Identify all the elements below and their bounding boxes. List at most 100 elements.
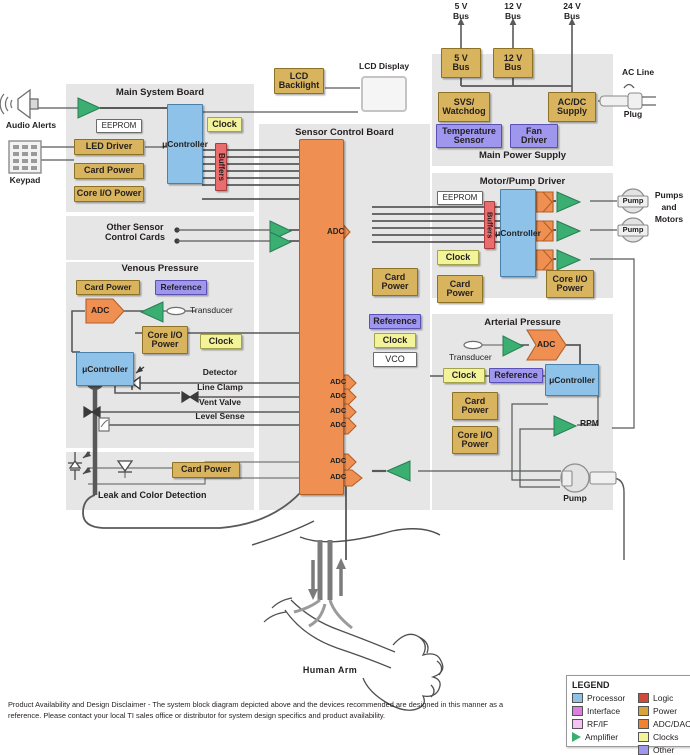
lcd-backlight[interactable]: LCD Backlight bbox=[274, 68, 324, 94]
svs-watchdog[interactable]: SVS/ Watchdog bbox=[438, 92, 490, 122]
arterial-card-power[interactable]: Card Power bbox=[452, 392, 498, 420]
legend-label-rfif: RF/IF bbox=[587, 718, 609, 729]
main-clock[interactable]: Clock bbox=[207, 117, 242, 132]
acdc-supply[interactable]: AC/DC Supply bbox=[548, 92, 596, 122]
transducer-icon-arterial bbox=[463, 340, 483, 350]
motor-ucontroller[interactable]: μController bbox=[495, 189, 541, 277]
label-lcd-display: LCD Display bbox=[359, 61, 410, 71]
label-audio-alerts: Audio Alerts bbox=[5, 120, 57, 130]
amplifier-motor-1 bbox=[556, 191, 582, 213]
amplifier-rpm bbox=[553, 415, 578, 437]
keypad-icon bbox=[8, 140, 42, 174]
block-diagram-canvas: Main System Board Sensor Control Board M… bbox=[0, 0, 690, 755]
label-adc-other-sensors: ADC bbox=[327, 227, 345, 236]
label-pump-1: Pump bbox=[622, 196, 644, 205]
rail-label-24v: 24 V Bus bbox=[563, 1, 581, 21]
legend-label-power: Power bbox=[653, 705, 678, 716]
speaker-icon bbox=[0, 88, 39, 120]
legend-item-processor: Processor bbox=[572, 693, 630, 703]
main-led-driver[interactable]: LED Driver bbox=[74, 139, 144, 155]
label-signal-detector: Detector bbox=[202, 367, 238, 377]
label-arterial-transducer: Transducer bbox=[449, 352, 492, 362]
sensor-vco[interactable]: VCO bbox=[373, 352, 417, 367]
venous-core-io-power[interactable]: Core I/O Power bbox=[142, 326, 188, 354]
amplifier-leak-output bbox=[385, 460, 411, 482]
legend-swatch-rfif bbox=[572, 719, 583, 729]
legend-label-logic: Logic bbox=[653, 692, 674, 703]
legend-swatch-clocks bbox=[638, 732, 649, 742]
leak-photodiode-symbol bbox=[116, 460, 134, 473]
main-ucontroller[interactable]: μController bbox=[162, 104, 208, 184]
legend-item-other: Other bbox=[638, 745, 690, 755]
label-plug: Plug bbox=[623, 109, 643, 119]
vent-valve-symbol bbox=[83, 405, 101, 419]
sensor-card-power[interactable]: Card Power bbox=[372, 268, 418, 296]
legend-item-clocks: Clocks bbox=[638, 732, 690, 742]
legend-swatch-power bbox=[638, 706, 649, 716]
lcd-display[interactable] bbox=[361, 76, 407, 112]
venous-reference[interactable]: Reference bbox=[155, 280, 207, 295]
title-main-system-board: Main System Board bbox=[115, 87, 205, 98]
title-other-sensor-cards: Other Sensor Control Cards bbox=[104, 222, 165, 243]
legend-item-power: Power bbox=[638, 706, 690, 716]
motor-buffers[interactable]: Buffers bbox=[484, 201, 495, 249]
legend-label-amplifier: Amplifier bbox=[585, 731, 619, 742]
label-ac-line: AC Line bbox=[621, 67, 655, 77]
amplifier-audio bbox=[77, 97, 102, 119]
pump-arterial bbox=[560, 463, 590, 493]
sensor-clock[interactable]: Clock bbox=[374, 333, 416, 348]
leak-led-symbol bbox=[68, 451, 91, 480]
sensor-reference[interactable]: Reference bbox=[369, 314, 421, 329]
label-signal-vent-valve: Vent Valve bbox=[198, 397, 242, 407]
legend-swatch-amplifier-icon bbox=[572, 732, 581, 742]
label-venous-adc: ADC bbox=[91, 305, 110, 315]
motor-clock[interactable]: Clock bbox=[437, 250, 479, 265]
label-signal-line-clamp: Line Clamp bbox=[197, 382, 243, 392]
human-arm-illustration bbox=[251, 520, 444, 711]
legend-swatch-interface bbox=[572, 706, 583, 716]
bus-5v-block[interactable]: 5 V Bus bbox=[441, 48, 481, 78]
label-signal-level-sense: Level Sense bbox=[195, 411, 245, 421]
level-sense-symbol bbox=[98, 417, 110, 432]
venous-card-power[interactable]: Card Power bbox=[76, 280, 140, 295]
legend-swatch-processor bbox=[572, 693, 583, 703]
title-arterial-pressure: Arterial Pressure bbox=[484, 317, 561, 328]
legend-swatch-other bbox=[638, 745, 649, 755]
main-card-power[interactable]: Card Power bbox=[74, 163, 144, 179]
title-leak-color-detection: Leak and Color Detection bbox=[98, 490, 207, 500]
disclaimer-text: Product Availability and Design Disclaim… bbox=[8, 700, 504, 720]
venous-ucontroller[interactable]: μController bbox=[76, 352, 134, 386]
fan-driver[interactable]: Fan Driver bbox=[510, 124, 558, 148]
temperature-sensor[interactable]: Temperature Sensor bbox=[436, 124, 502, 148]
title-sensor-control-board: Sensor Control Board bbox=[295, 127, 394, 138]
motor-card-power[interactable]: Card Power bbox=[437, 275, 483, 303]
main-buffers[interactable]: Buffers bbox=[215, 143, 227, 191]
motor-eeprom[interactable]: EEPROM bbox=[437, 191, 483, 205]
amplifier-arterial-transducer bbox=[502, 335, 525, 357]
label-adc-level-sense: ADC bbox=[330, 420, 347, 429]
legend-swatch-logic bbox=[638, 693, 649, 703]
rail-label-5v: 5 V Bus bbox=[452, 1, 470, 21]
venous-clock[interactable]: Clock bbox=[200, 334, 242, 349]
legend-swatch-adcdac bbox=[638, 719, 649, 729]
arterial-ucontroller[interactable]: μController bbox=[545, 364, 599, 396]
legend-item-interface: Interface bbox=[572, 706, 630, 716]
label-pumps-and-motors: Pumps and Motors bbox=[654, 190, 684, 224]
leak-card-power[interactable]: Card Power bbox=[172, 462, 240, 478]
main-core-io-power[interactable]: Core I/O Power bbox=[74, 186, 144, 202]
sensor-control-board-core[interactable] bbox=[299, 139, 344, 495]
label-arterial-pump: Pump bbox=[563, 493, 587, 503]
transducer-icon-venous bbox=[166, 306, 186, 316]
bus-12v-block[interactable]: 12 V Bus bbox=[493, 48, 533, 78]
arterial-core-io-power[interactable]: Core I/O Power bbox=[452, 426, 498, 454]
motor-core-io-power[interactable]: Core I/O Power bbox=[546, 270, 594, 298]
amplifier-venous-transducer bbox=[139, 301, 164, 323]
legend-title: LEGEND bbox=[572, 680, 610, 690]
label-keypad: Keypad bbox=[9, 175, 41, 185]
legend-item-adcdac: ADC/DAC bbox=[638, 719, 690, 729]
main-eeprom[interactable]: EEPROM bbox=[96, 119, 142, 133]
arterial-reference[interactable]: Reference bbox=[489, 368, 543, 383]
legend-label-clocks: Clocks bbox=[653, 731, 679, 742]
title-motor-pump-driver: Motor/Pump Driver bbox=[479, 176, 566, 187]
arterial-clock[interactable]: Clock bbox=[443, 368, 485, 383]
